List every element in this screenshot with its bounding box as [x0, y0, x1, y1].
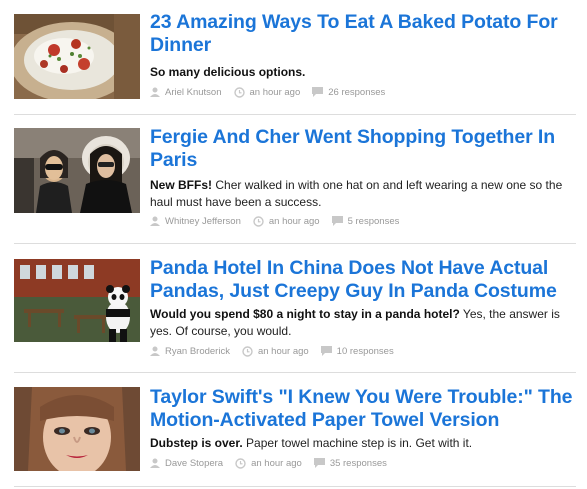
article-thumbnail-baked-potato[interactable]	[14, 14, 140, 99]
article-thumbnail-panda-hotel[interactable]	[14, 259, 140, 342]
article-responses[interactable]: 10 responses	[320, 345, 394, 357]
speech-bubble-icon	[312, 87, 324, 97]
article-time: an hour ago	[242, 346, 309, 357]
article-time-text: an hour ago	[251, 457, 302, 469]
article-dek-bold: New BFFs!	[150, 178, 213, 192]
article-responses[interactable]: 5 responses	[331, 215, 400, 227]
article-dek-bold: Would you spend $80 a night to stay in a…	[150, 307, 460, 321]
article-time-text: an hour ago	[268, 215, 320, 227]
article-divider	[14, 243, 576, 244]
article-title[interactable]: Taylor Swift's "I Knew You Were Trouble:…	[150, 386, 580, 432]
clock-icon	[235, 457, 246, 469]
article-meta: Ariel Knutson an hour ago 26 responses	[150, 85, 580, 99]
article-meta: Ryan Broderick an hour ago 10 responses	[150, 344, 580, 358]
article-author-name: Whitney Jefferson	[165, 215, 241, 227]
speech-bubble-icon	[331, 216, 343, 226]
article-dek: So many delicious options.	[150, 64, 580, 81]
article-author[interactable]: Ryan Broderick	[150, 346, 230, 357]
article-meta: Whitney Jefferson an hour ago 5 response…	[150, 214, 580, 228]
article-dek-text: Paper towel machine step is in. Get with…	[242, 436, 473, 450]
article-author[interactable]: Dave Stopera	[150, 458, 223, 469]
article-dek: Would you spend $80 a night to stay in a…	[150, 306, 580, 340]
article-divider	[14, 486, 576, 487]
person-icon	[150, 87, 160, 97]
article-dek-bold: Dubstep is over.	[150, 436, 243, 450]
article-divider	[14, 114, 576, 115]
article-dek: Dubstep is over. Paper towel machine ste…	[150, 435, 580, 452]
article-responses-count: 5 responses	[347, 215, 400, 227]
article-responses[interactable]: 35 responses	[313, 457, 387, 469]
article-divider	[14, 372, 576, 373]
article-dek: New BFFs! Cher walked in with one hat on…	[150, 177, 580, 211]
article-time-text: an hour ago	[249, 86, 301, 98]
article-responses-count: 26 responses	[328, 86, 386, 98]
person-icon	[150, 346, 160, 356]
article-responses-count: 10 responses	[336, 345, 394, 357]
article-time: an hour ago	[233, 86, 301, 98]
article-dek-text: Cher walked in with one hat on and left …	[150, 178, 563, 209]
clock-icon	[242, 345, 253, 357]
article-title[interactable]: Fergie And Cher Went Shopping Together I…	[150, 126, 580, 172]
article-title[interactable]: 23 Amazing Ways To Eat A Baked Potato Fo…	[150, 11, 580, 57]
article-time-text: an hour ago	[257, 345, 309, 357]
article-time: an hour ago	[253, 216, 320, 227]
article-thumbnail-fergie-cher[interactable]	[14, 128, 140, 213]
article-time: an hour ago	[235, 458, 302, 469]
speech-bubble-icon	[313, 458, 325, 468]
article-author[interactable]: Whitney Jefferson	[150, 216, 241, 227]
speech-bubble-icon	[320, 346, 332, 356]
article-author-name: Ariel Knutson	[165, 86, 222, 98]
article-title[interactable]: Panda Hotel In China Does Not Have Actua…	[150, 257, 580, 303]
article-responses[interactable]: 26 responses	[312, 87, 385, 98]
article-dek-bold: So many delicious options.	[150, 65, 306, 79]
clock-icon	[233, 86, 245, 98]
article-author-name: Dave Stopera	[165, 457, 224, 469]
article-responses-count: 35 responses	[329, 457, 387, 469]
article-author-name: Ryan Broderick	[165, 345, 230, 357]
person-icon	[150, 216, 160, 226]
person-icon	[150, 458, 160, 468]
article-meta: Dave Stopera an hour ago 35 responses	[150, 456, 580, 470]
article-author[interactable]: Ariel Knutson	[150, 87, 222, 98]
article-thumbnail-taylor-swift[interactable]	[14, 387, 140, 471]
clock-icon	[253, 215, 264, 227]
